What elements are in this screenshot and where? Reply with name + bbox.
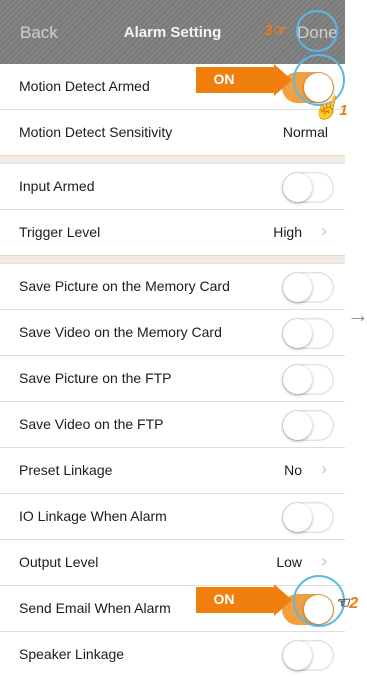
row-value: No <box>284 462 302 478</box>
chevron-right-icon: › <box>321 221 327 240</box>
row-label: IO Linkage When Alarm <box>19 508 167 524</box>
toggle-switch[interactable] <box>282 172 334 203</box>
group-separator <box>0 155 345 164</box>
on-callout-2: ON <box>196 584 292 616</box>
toggle-knob <box>283 273 312 302</box>
row-label: Motion Detect Sensitivity <box>19 124 173 140</box>
toggle-knob <box>283 503 312 532</box>
row-label: Trigger Level <box>19 224 101 240</box>
row-label: Speaker Linkage <box>19 646 125 662</box>
step-number: 2 <box>349 595 359 612</box>
toggle-knob <box>283 411 312 440</box>
row-value: Normal <box>282 124 328 140</box>
toggle-switch[interactable] <box>282 410 334 441</box>
settings-row[interactable]: Preset Linkage No › <box>0 448 345 494</box>
row-value: Low <box>276 554 302 570</box>
highlight-ring-done <box>296 10 338 52</box>
callout-label: ON <box>213 71 235 87</box>
settings-row[interactable]: Input Armed <box>0 164 345 210</box>
settings-row[interactable]: Save Video on the FTP <box>0 402 345 448</box>
next-arrow-icon: → <box>347 302 367 327</box>
toggle-switch[interactable] <box>282 364 334 395</box>
row-label: Save Video on the Memory Card <box>19 324 222 340</box>
settings-row[interactable]: Motion Detect Sensitivity Normal <box>0 110 345 155</box>
row-label: Motion Detect Armed <box>19 78 150 94</box>
row-label: Save Picture on the Memory Card <box>19 278 230 294</box>
toggle-knob <box>283 319 312 348</box>
settings-row[interactable]: Output Level Low › <box>0 540 345 586</box>
row-label: Send Email When Alarm <box>19 600 171 616</box>
step-badge-1: ☝1 <box>312 95 348 121</box>
settings-row[interactable]: Trigger Level High › <box>0 210 345 255</box>
row-value: High <box>273 224 302 240</box>
callout-label: ON <box>213 591 235 607</box>
toggle-knob <box>283 365 312 394</box>
page-title: Alarm Setting <box>123 24 222 41</box>
chevron-right-icon: › <box>321 459 327 478</box>
row-label: Output Level <box>19 554 99 570</box>
settings-list: Motion Detect Armed Motion Detect Sensiti… <box>0 64 345 677</box>
row-label: Save Video on the FTP <box>19 416 164 432</box>
row-label: Preset Linkage <box>19 462 113 478</box>
toggle-knob <box>283 173 312 202</box>
group-separator <box>0 255 345 264</box>
on-callout-1: ON <box>196 64 292 96</box>
settings-row[interactable]: Save Picture on the Memory Card <box>0 264 345 310</box>
chevron-right-icon: › <box>321 551 327 570</box>
toggle-switch[interactable] <box>282 640 334 671</box>
settings-row[interactable]: Save Picture on the FTP <box>0 356 345 402</box>
toggle-switch[interactable] <box>282 502 334 533</box>
settings-row[interactable]: IO Linkage When Alarm <box>0 494 345 540</box>
step-badge-2: ☜2 <box>335 593 358 613</box>
step-badge-3: 3☞ <box>264 21 286 39</box>
hand-icon: ☝ <box>312 95 340 120</box>
settings-row[interactable]: Save Video on the Memory Card <box>0 310 345 356</box>
nav-bar: Back Alarm Setting Done <box>0 0 345 64</box>
toggle-switch[interactable] <box>282 272 334 303</box>
row-label: Input Armed <box>19 178 95 194</box>
settings-row[interactable]: Speaker Linkage <box>0 632 345 677</box>
row-label: Save Picture on the FTP <box>19 370 172 386</box>
hand-icon: ☜ <box>335 595 350 612</box>
toggle-switch[interactable] <box>282 318 334 349</box>
hand-icon: ☞ <box>272 22 286 39</box>
step-number: 1 <box>339 102 348 119</box>
